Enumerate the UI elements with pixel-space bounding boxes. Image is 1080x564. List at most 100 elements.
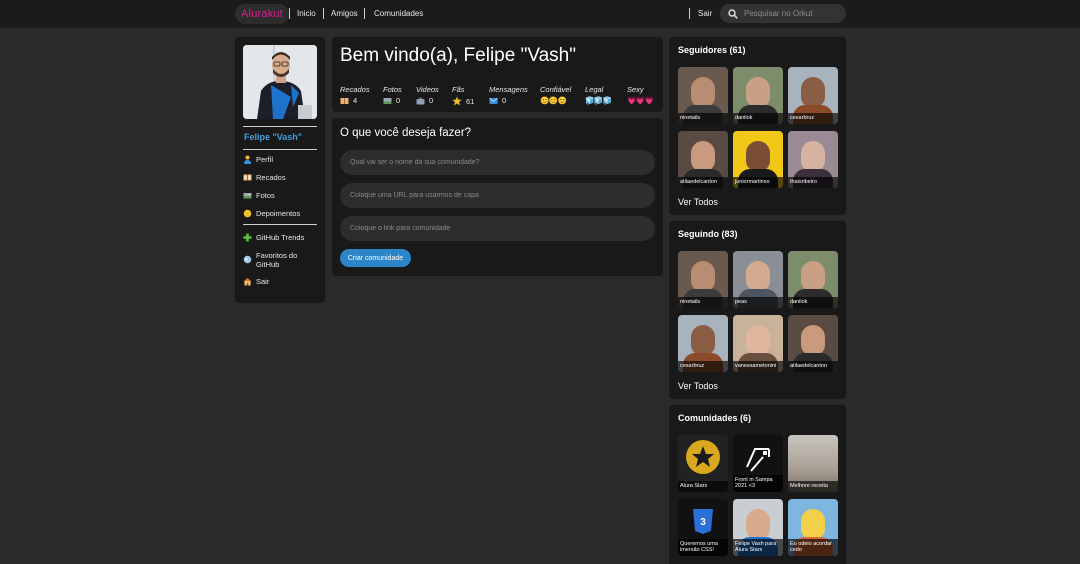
sidebar-item-favoritos[interactable]: Favoritos do GitHub — [243, 251, 313, 269]
stat-fotos: Fotos 0 — [383, 85, 402, 105]
stat-label: Fotos — [383, 85, 402, 94]
card-label: Alura Stars — [678, 481, 728, 492]
community-card[interactable]: Eu odeio acordar cedo — [788, 499, 838, 556]
sidebar-item-github-trends[interactable]: GitHub Trends — [243, 233, 304, 242]
divider — [243, 224, 317, 225]
profile-avatar[interactable] — [243, 45, 317, 119]
community-card[interactable]: 3 Queremos uma imersão CSS! — [678, 499, 728, 556]
nav-separator — [364, 8, 365, 19]
card-label: juniormartinxo — [733, 177, 783, 188]
nav-separator — [289, 8, 290, 19]
following-card[interactable]: vanessametonini — [733, 315, 783, 372]
following-grid: ninetails peas danilok cesarbruz vanessa… — [678, 251, 838, 372]
community-card[interactable]: Felipe Vash para Alura Stars — [733, 499, 783, 556]
stat-label: Recados — [340, 85, 370, 94]
logout-link[interactable]: Sair — [698, 9, 712, 18]
stat-legal: Legal 🧊🧊🧊 — [585, 85, 612, 105]
communities-box: Comunidades (6) Alura Stars Front in Sam… — [669, 405, 846, 564]
card-label: cesarbruz — [788, 113, 838, 124]
followers-box: Seguidores (61) ninetails danilok cesarb… — [669, 37, 846, 215]
stat-value: 61 — [466, 96, 475, 106]
camera-icon — [383, 97, 392, 104]
search-input[interactable] — [744, 9, 844, 18]
nav-link-inicio[interactable]: Inicio — [297, 9, 316, 18]
stat-confiavel: Confiável 😊😊😊 — [540, 85, 571, 105]
card-label: cesarbruz — [678, 361, 728, 372]
community-link-input[interactable] — [340, 216, 655, 241]
card-label: Eu odeio acordar cedo — [788, 539, 838, 556]
community-name-input[interactable] — [340, 150, 655, 175]
stat-label: Videos — [416, 85, 439, 94]
following-card[interactable]: ninetails — [678, 251, 728, 308]
followers-grid: ninetails danilok cesarbruz atilaedelcan… — [678, 67, 838, 188]
sexy-rating: 💗💗💗 — [627, 96, 654, 105]
following-title: Seguindo (83) — [678, 229, 738, 239]
sidebar-item-recados[interactable]: Recados — [243, 173, 286, 182]
sidebar-item-label: GitHub Trends — [256, 233, 305, 242]
follower-card[interactable]: danilok — [733, 67, 783, 124]
logo[interactable]: Alurakut — [235, 4, 289, 24]
page-title: Bem vindo(a), Felipe "Vash" — [340, 45, 576, 66]
followers-title: Seguidores (61) — [678, 45, 746, 55]
profile-photo — [243, 45, 317, 119]
tv-icon — [416, 96, 425, 104]
follower-card[interactable]: atilaedelcanton — [678, 131, 728, 188]
community-card[interactable]: Alura Stars — [678, 435, 728, 492]
sidebar-item-label: Depoimentos — [256, 209, 301, 218]
card-label: Queremos uma imersão CSS! — [678, 539, 728, 556]
nav-link-amigos[interactable]: Amigos — [331, 9, 358, 18]
create-community-button[interactable]: Criar comunidade — [340, 249, 411, 267]
sidebar-item-depoimentos[interactable]: Depoimentos — [243, 209, 300, 218]
sidebar-item-label: Fotos — [256, 191, 275, 200]
card-label: Felipe Vash para Alura Stars — [733, 539, 783, 556]
welcome-box: Bem vindo(a), Felipe "Vash" Recados 4 Fo… — [332, 37, 663, 112]
stat-recados: Recados 4 — [340, 85, 370, 105]
following-see-all-link[interactable]: Ver Todos — [678, 381, 718, 391]
nav-separator — [689, 8, 690, 19]
follower-card[interactable]: thaisribeiro — [788, 131, 838, 188]
top-bar: Alurakut Inicio Amigos Comunidades Sair — [0, 0, 1080, 28]
profile-sidebar: Felipe "Vash" Perfil Recados Fotos Depoi… — [235, 37, 325, 303]
card-label: Front in Sampa 2021 <3 — [733, 475, 783, 492]
communities-title: Comunidades (6) — [678, 413, 752, 423]
globe-icon — [243, 255, 252, 264]
stat-label: Mensagens — [489, 85, 528, 94]
follower-card[interactable]: juniormartinxo — [733, 131, 783, 188]
create-community-form: O que você deseja fazer? Criar comunidad… — [332, 118, 663, 276]
user-icon — [244, 155, 251, 164]
sidebar-item-label: Favoritos do GitHub — [256, 251, 298, 269]
mail-icon — [489, 97, 498, 104]
card-label: peas — [733, 297, 783, 308]
communities-grid: Alura Stars Front in Sampa 2021 <3 Melho… — [678, 435, 838, 556]
follower-card[interactable]: ninetails — [678, 67, 728, 124]
stat-label: Sexy — [627, 85, 644, 94]
nav-link-comunidades[interactable]: Comunidades — [374, 9, 423, 18]
search-bar[interactable] — [720, 4, 846, 23]
sidebar-item-perfil[interactable]: Perfil — [243, 155, 273, 164]
stat-label: Fãs — [452, 85, 465, 94]
logo-text: Alurakut — [241, 8, 283, 20]
followers-see-all-link[interactable]: Ver Todos — [678, 197, 718, 207]
stat-label: Confiável — [540, 85, 572, 94]
stat-mensagens: Mensagens 0 — [489, 85, 528, 105]
community-card[interactable]: Front in Sampa 2021 <3 — [733, 435, 783, 492]
following-card[interactable]: danilok — [788, 251, 838, 308]
following-card[interactable]: cesarbruz — [678, 315, 728, 372]
nav-separator — [323, 8, 324, 19]
card-label: Melhore receita — [788, 481, 838, 492]
home-icon — [243, 278, 252, 286]
follower-card[interactable]: cesarbruz — [788, 67, 838, 124]
svg-text:3: 3 — [700, 517, 706, 528]
stat-fas: Fãs 61 — [452, 85, 474, 106]
following-card[interactable]: atilaedelcanton — [788, 315, 838, 372]
sidebar-item-fotos[interactable]: Fotos — [243, 191, 275, 200]
sidebar-item-sair[interactable]: Sair — [243, 277, 269, 286]
following-card[interactable]: peas — [733, 251, 783, 308]
cover-url-input[interactable] — [340, 183, 655, 208]
profile-name-link[interactable]: Felipe "Vash" — [244, 132, 302, 142]
card-label: danilok — [733, 113, 783, 124]
stat-value: 0 — [429, 96, 434, 105]
sidebar-item-label: Recados — [256, 173, 286, 182]
camera-icon — [243, 193, 252, 199]
community-card[interactable]: Melhore receita — [788, 435, 838, 492]
